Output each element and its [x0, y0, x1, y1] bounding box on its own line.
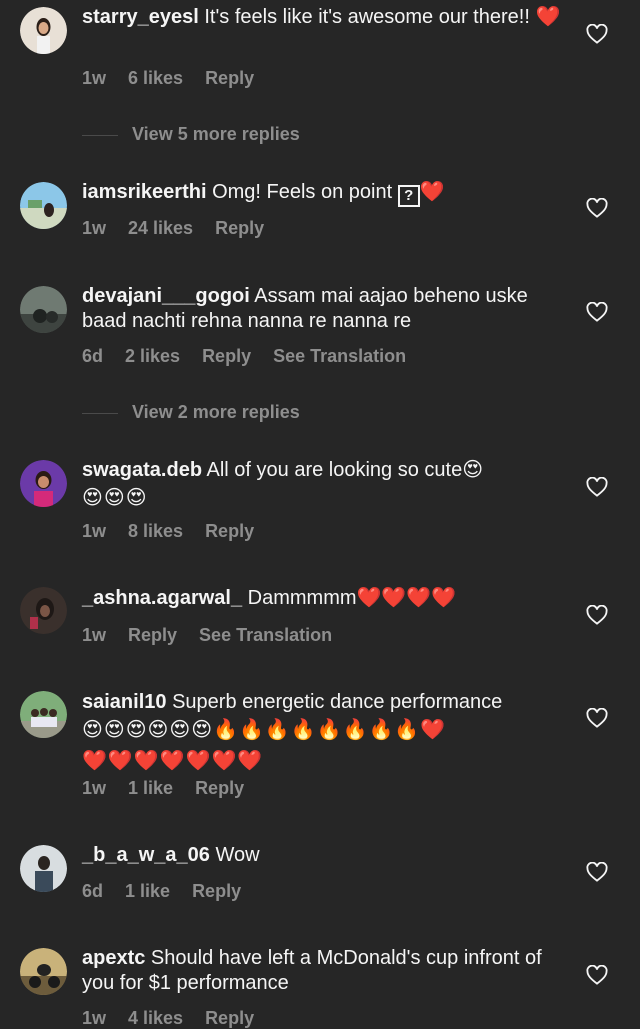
- comment-time: 1w: [82, 778, 107, 798]
- heart-outline-icon[interactable]: [586, 708, 608, 728]
- heart-outline-icon[interactable]: [586, 24, 608, 44]
- comment-time: 1w: [82, 218, 107, 238]
- heart-outline-icon[interactable]: [586, 965, 608, 985]
- heart-outline-icon[interactable]: [586, 605, 608, 625]
- avatar[interactable]: [20, 587, 67, 634]
- avatar[interactable]: [20, 948, 67, 995]
- comment-emojis-line2: ❤️❤️❤️❤️❤️❤️❤️: [82, 750, 264, 772]
- comment-username[interactable]: saianil10: [82, 691, 167, 713]
- comment-username[interactable]: apextc: [82, 947, 145, 969]
- comment-text: Wow: [209, 844, 260, 866]
- see-translation-button[interactable]: See Translation: [199, 625, 332, 646]
- comment-time: 1w: [82, 521, 107, 541]
- reply-button[interactable]: Reply: [205, 1008, 254, 1029]
- avatar[interactable]: [20, 845, 67, 892]
- comment-username[interactable]: devajani___gogoi: [82, 285, 250, 307]
- comment-time: 6d: [82, 881, 104, 901]
- view-more-replies-label[interactable]: View 5 more replies: [132, 124, 300, 144]
- avatar[interactable]: [20, 286, 67, 333]
- likes-count[interactable]: 8 likes: [128, 521, 183, 542]
- reply-button[interactable]: Reply: [205, 68, 254, 89]
- likes-count[interactable]: 1 like: [125, 881, 170, 902]
- see-translation-button[interactable]: See Translation: [273, 346, 406, 367]
- comment-time: 1w: [82, 625, 107, 645]
- comment-text: Should have left a McDonald's cup infron…: [82, 947, 542, 994]
- avatar[interactable]: [20, 182, 67, 229]
- reply-button[interactable]: Reply: [202, 346, 251, 367]
- avatar[interactable]: [20, 691, 67, 738]
- comment-meta: 6d 2 likes Reply See Translation: [82, 346, 428, 367]
- reply-button[interactable]: Reply: [195, 778, 244, 799]
- reply-button[interactable]: Reply: [192, 881, 241, 902]
- reply-button[interactable]: Reply: [205, 521, 254, 542]
- divider-line: [82, 134, 118, 136]
- comment-username[interactable]: starry_eyesl: [82, 6, 199, 28]
- comment-meta: 1w 4 likes Reply: [82, 1008, 276, 1029]
- view-more-replies[interactable]: View 2 more replies: [82, 402, 300, 423]
- heart-outline-icon[interactable]: [586, 302, 608, 322]
- likes-count[interactable]: 2 likes: [125, 346, 180, 367]
- unknown-glyph-icon: ?: [397, 185, 420, 207]
- comment-meta: 1w 8 likes Reply: [82, 521, 276, 542]
- comment-time: 6d: [82, 346, 104, 366]
- comment-text: Superb energetic dance performance: [166, 691, 503, 713]
- heart-outline-icon[interactable]: [586, 477, 608, 497]
- comment-meta: 1w 6 likes Reply: [82, 68, 276, 89]
- heart-outline-icon[interactable]: [586, 198, 608, 218]
- view-more-replies[interactable]: View 5 more replies: [82, 124, 300, 145]
- comment-text: Omg! Feels on point: [206, 181, 398, 203]
- avatar[interactable]: [20, 460, 67, 507]
- comment-emojis: 😍😍😍: [82, 487, 148, 509]
- reply-button[interactable]: Reply: [128, 625, 177, 646]
- comment-time: 1w: [82, 68, 107, 88]
- comment-meta: 1w 24 likes Reply: [82, 218, 286, 239]
- comment-meta: 6d 1 like Reply: [82, 881, 263, 902]
- likes-count[interactable]: 4 likes: [128, 1008, 183, 1029]
- comment-username[interactable]: swagata.deb: [82, 459, 202, 481]
- comment-username[interactable]: _b_a_w_a_06: [82, 844, 210, 866]
- comment-text: It's feels like it's awesome our there!!…: [198, 6, 561, 28]
- comment-text: All of you are looking so cute😍: [202, 459, 484, 481]
- likes-count[interactable]: 6 likes: [128, 68, 183, 89]
- comment-emojis: 😍😍😍😍😍😍🔥🔥🔥🔥🔥🔥🔥🔥❤️: [82, 719, 447, 741]
- likes-count[interactable]: 24 likes: [128, 218, 193, 239]
- heart-outline-icon[interactable]: [586, 862, 608, 882]
- comment-meta: 1w 1 like Reply: [82, 778, 266, 799]
- comment-username[interactable]: _ashna.agarwal_: [82, 587, 242, 609]
- divider-line: [82, 412, 118, 414]
- avatar[interactable]: [20, 7, 67, 54]
- reply-button[interactable]: Reply: [215, 218, 264, 239]
- comment-text-emoji: ❤️: [419, 181, 445, 203]
- comment-username[interactable]: iamsrikeerthi: [82, 181, 207, 203]
- likes-count[interactable]: 1 like: [128, 778, 173, 799]
- comment-time: 1w: [82, 1008, 107, 1028]
- view-more-replies-label[interactable]: View 2 more replies: [132, 402, 300, 422]
- comment-text: Dammmmm❤️❤️❤️❤️: [242, 587, 457, 609]
- comment-meta: 1w Reply See Translation: [82, 625, 354, 646]
